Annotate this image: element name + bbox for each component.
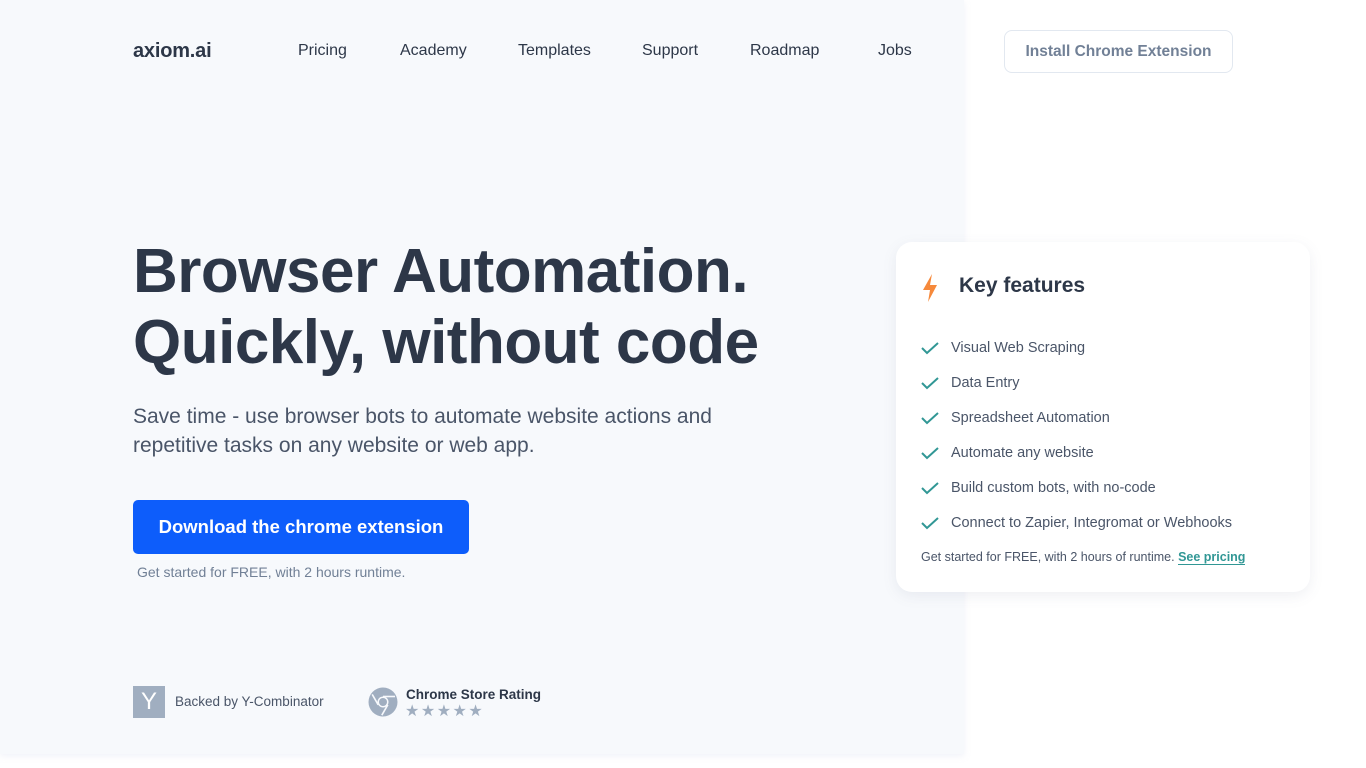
feature-item: Data Entry	[920, 365, 1232, 400]
nav-jobs[interactable]: Jobs	[878, 42, 912, 60]
card-note-text: Get started for FREE, with 2 hours of ru…	[921, 550, 1175, 564]
nav-support[interactable]: Support	[642, 42, 698, 60]
feature-label: Visual Web Scraping	[951, 339, 1086, 356]
logo[interactable]: axiom.ai	[133, 40, 212, 63]
feature-label: Spreadsheet Automation	[951, 409, 1110, 426]
check-icon	[921, 341, 939, 354]
features-list: Visual Web Scraping Data Entry Spreadshe…	[920, 330, 1232, 540]
feature-item: Automate any website	[920, 435, 1232, 470]
feature-label: Build custom bots, with no-code	[951, 479, 1156, 496]
install-extension-button[interactable]: Install Chrome Extension	[1004, 30, 1233, 73]
nav-pricing[interactable]: Pricing	[298, 42, 347, 60]
card-note: Get started for FREE, with 2 hours of ru…	[921, 550, 1246, 565]
nav-templates[interactable]: Templates	[518, 42, 591, 60]
feature-label: Automate any website	[951, 444, 1094, 461]
feature-item: Connect to Zapier, Integromat or Webhook…	[920, 505, 1232, 540]
feature-label: Connect to Zapier, Integromat or Webhook…	[951, 514, 1233, 531]
feature-item: Visual Web Scraping	[920, 330, 1232, 365]
nav-academy[interactable]: Academy	[400, 42, 467, 60]
chrome-rating-title: Chrome Store Rating	[406, 687, 542, 702]
hero-title-line2: Quickly, without code	[133, 308, 759, 377]
hero-subtitle: Save time - use browser bots to automate…	[133, 405, 712, 457]
feature-label: Data Entry	[951, 374, 1020, 391]
key-features-card: Key features Visual Web Scraping Data En…	[896, 242, 1310, 592]
hero-title: Browser Automation. Quickly, without cod…	[133, 236, 759, 378]
card-title: Key features	[959, 274, 1086, 297]
feature-item: Spreadsheet Automation	[920, 400, 1232, 435]
check-icon	[921, 376, 939, 389]
yc-text: Backed by Y-Combinator	[175, 694, 324, 709]
check-icon	[921, 481, 939, 494]
yc-logo-icon: Y	[133, 686, 165, 718]
lightning-bolt-icon	[923, 274, 937, 302]
check-icon	[921, 446, 939, 459]
feature-item: Build custom bots, with no-code	[920, 470, 1232, 505]
rating-stars: ★★★★★	[405, 703, 485, 720]
chrome-icon	[368, 687, 398, 717]
cta-note: Get started for FREE, with 2 hours runti…	[137, 564, 406, 580]
check-icon	[921, 516, 939, 529]
download-extension-button[interactable]: Download the chrome extension	[133, 500, 469, 554]
check-icon	[921, 411, 939, 424]
nav-roadmap[interactable]: Roadmap	[750, 42, 819, 60]
hero-title-line1: Browser Automation.	[133, 237, 749, 306]
see-pricing-link[interactable]: See pricing	[1178, 550, 1246, 565]
